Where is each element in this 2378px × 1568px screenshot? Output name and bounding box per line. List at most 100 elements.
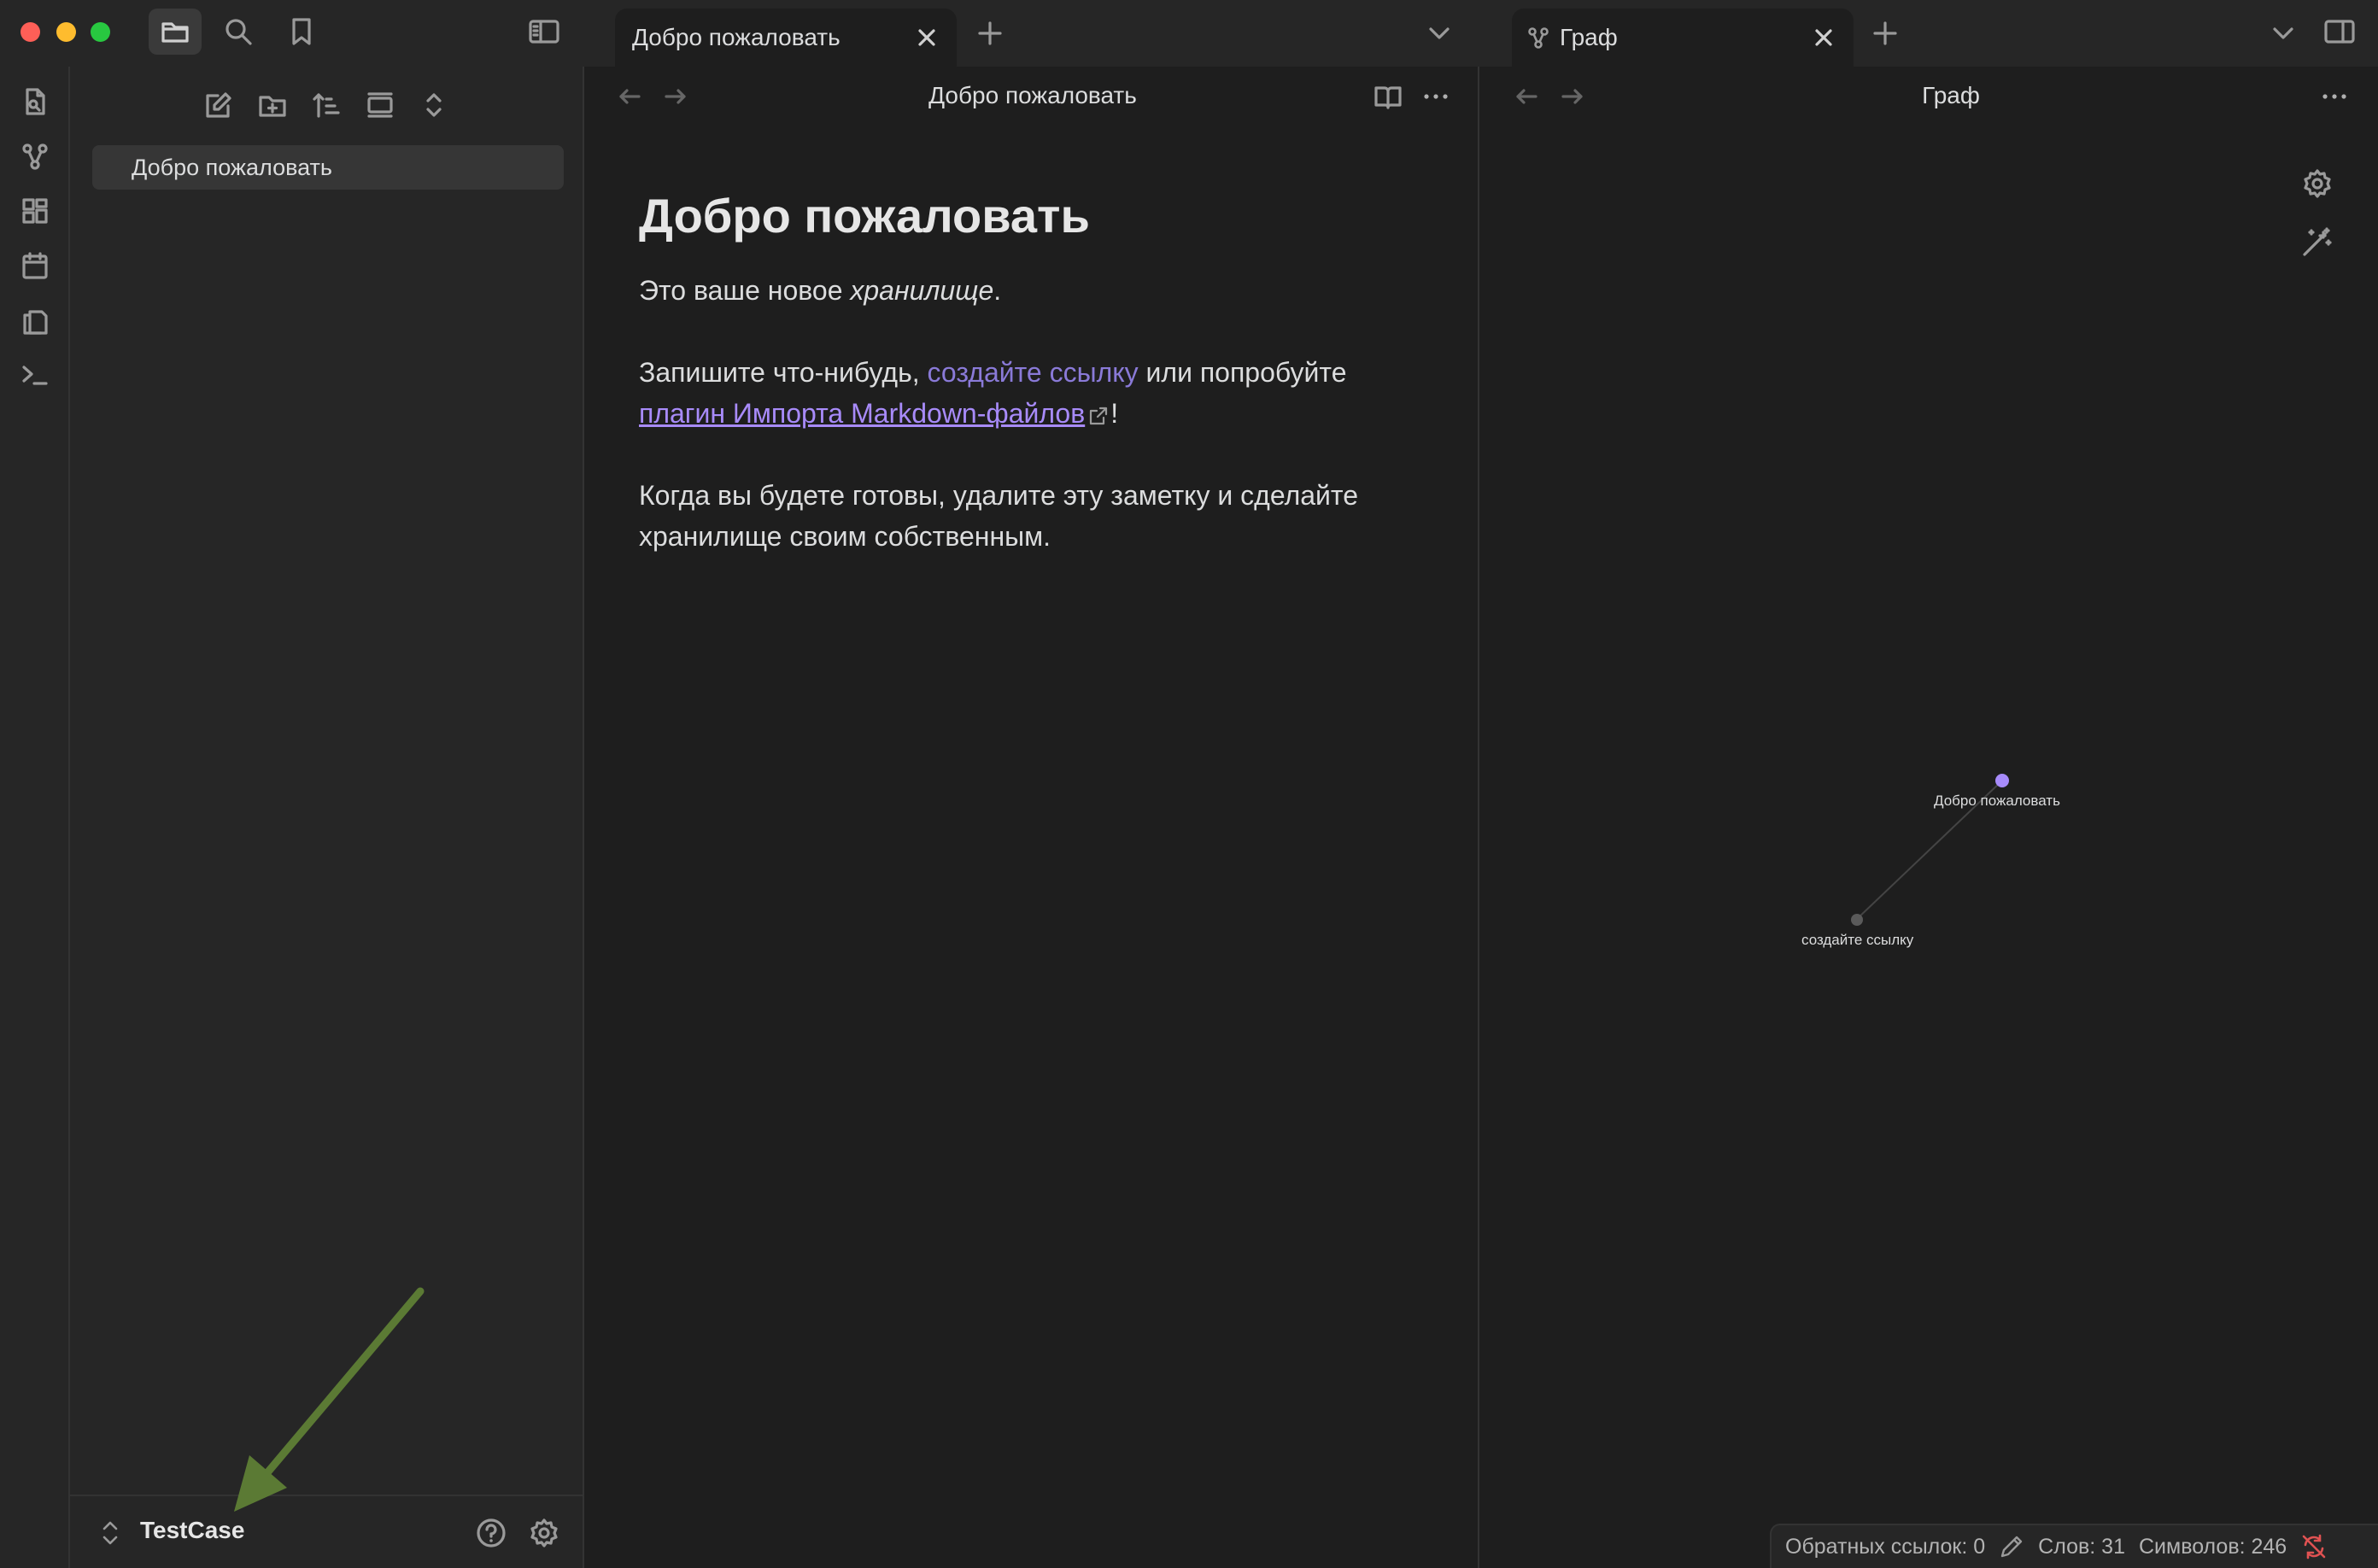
open-file-icon	[26, 88, 45, 115]
tab-list-button[interactable]	[1413, 10, 1466, 56]
chevron-updown-icon	[102, 1521, 118, 1545]
paragraph-2[interactable]: Запишите что-нибудь, создайте ссылку или…	[639, 352, 1442, 434]
graph-icon	[22, 143, 48, 170]
vault-name[interactable]: TestCase	[140, 1517, 244, 1544]
backlinks-count[interactable]: Обратных ссылок: 0	[1785, 1535, 1985, 1559]
close-icon	[1815, 29, 1832, 46]
tab-label: Добро пожаловать	[632, 24, 840, 50]
graph-node[interactable]	[1851, 914, 1863, 926]
templates-button[interactable]	[14, 299, 56, 342]
new-note-button[interactable]	[197, 84, 240, 126]
right-sidebar-icon	[2324, 20, 2355, 44]
settings-button[interactable]	[528, 1517, 560, 1549]
close-window-button[interactable]	[20, 22, 40, 42]
new-folder-icon	[259, 96, 286, 117]
word-count: Слов: 31	[2038, 1534, 2125, 1559]
chevron-down-icon	[1429, 27, 1450, 39]
expand-all-button[interactable]	[413, 84, 455, 126]
graph-icon	[1527, 26, 1549, 49]
close-tab-button[interactable]	[905, 16, 948, 59]
close-icon	[918, 29, 935, 46]
quick-switcher-button[interactable]	[14, 80, 56, 123]
chevron-down-icon	[2273, 27, 2293, 39]
new-tab-button[interactable]	[1859, 10, 1912, 56]
edit-mode-button[interactable]	[1999, 1534, 2024, 1559]
internal-link[interactable]: создайте ссылку	[928, 357, 1139, 388]
calendar-icon	[22, 252, 48, 279]
search-button[interactable]	[212, 9, 265, 55]
tab-graph[interactable]: Граф	[1512, 9, 1854, 67]
new-tab-button[interactable]	[964, 10, 1016, 56]
external-link[interactable]: плагин Импорта Markdown-файлов	[639, 398, 1085, 429]
file-tree-item[interactable]: Добро пожаловать	[92, 145, 564, 190]
text: !	[1110, 398, 1119, 429]
more-options-button[interactable]	[1421, 82, 1450, 111]
plus-icon	[1873, 21, 1897, 45]
file-explorer-sidebar: Добро пожаловать TestCase	[70, 67, 584, 1568]
back-arrow-icon	[619, 89, 641, 104]
text: .	[993, 275, 1002, 306]
folder-icon	[161, 22, 189, 43]
status-bar: Обратных ссылок: 0 Слов: 31 Символов: 24…	[1770, 1524, 2378, 1568]
pencil-icon	[2000, 1536, 2023, 1558]
search-icon	[226, 19, 252, 45]
command-palette-button[interactable]	[14, 354, 56, 396]
new-note-icon	[206, 92, 231, 118]
reading-view-button[interactable]	[1374, 82, 1403, 111]
vault-footer: TestCase	[70, 1495, 583, 1568]
note-heading[interactable]: Добро пожаловать	[639, 188, 1090, 243]
tab-list-button[interactable]	[2257, 10, 2310, 56]
view-title[interactable]: Добро пожаловать	[755, 82, 1310, 109]
text: Это ваше новое	[639, 275, 851, 306]
right-sidebar-toggle[interactable]	[2313, 9, 2366, 55]
ribbon	[0, 67, 70, 1568]
close-tab-button[interactable]	[1802, 16, 1845, 59]
vault-switcher-button[interactable]	[99, 1518, 121, 1548]
sync-status-button[interactable]	[2300, 1533, 2328, 1560]
help-button[interactable]	[475, 1517, 507, 1549]
character-count: Символов: 246	[2138, 1534, 2287, 1559]
external-link-icon	[1088, 406, 1109, 426]
paragraph-1[interactable]: Это ваше новое хранилище.	[639, 270, 1442, 311]
sort-icon	[313, 93, 340, 118]
text: Запишите что-нибудь,	[639, 357, 928, 388]
sync-off-icon	[2302, 1534, 2326, 1559]
file-explorer-button[interactable]	[149, 9, 202, 55]
canvas-button[interactable]	[14, 190, 56, 232]
paragraph-3[interactable]: Когда вы будете готовы, удалите эту заме…	[639, 475, 1442, 557]
graph-view-button[interactable]	[14, 135, 56, 178]
back-button[interactable]	[617, 84, 642, 109]
canvas-icon	[22, 198, 48, 224]
minimize-window-button[interactable]	[56, 22, 76, 42]
maximize-window-button[interactable]	[91, 22, 110, 42]
text: или попробуйте	[1138, 357, 1347, 388]
graph-node[interactable]	[1995, 774, 2009, 787]
tab-label: Граф	[1560, 24, 1618, 50]
bookmark-icon	[292, 18, 311, 45]
title-bar: Добро пожаловать Граф	[0, 0, 2378, 67]
forward-arrow-icon	[665, 89, 686, 104]
graph-canvas[interactable]	[1481, 67, 2378, 1568]
sidebar-toggle-icon	[529, 20, 559, 44]
graph-node-label: создайте ссылку	[1801, 932, 1914, 948]
emphasis-text: хранилище	[850, 275, 994, 306]
bookmarks-button[interactable]	[275, 9, 328, 55]
forward-button[interactable]	[663, 84, 688, 109]
new-folder-button[interactable]	[251, 84, 294, 126]
reading-view-icon	[1374, 86, 1402, 109]
more-options-icon	[1424, 94, 1448, 99]
graph-node-label: Добро пожаловать	[1934, 793, 2060, 809]
sort-button[interactable]	[305, 84, 348, 126]
tab-welcome[interactable]: Добро пожаловать	[615, 9, 957, 67]
daily-note-button[interactable]	[14, 244, 56, 287]
collapse-icon	[367, 92, 393, 118]
templates-icon	[23, 310, 48, 335]
auto-reveal-button[interactable]	[359, 84, 401, 126]
left-sidebar-toggle[interactable]	[518, 9, 571, 55]
plus-icon	[978, 21, 1002, 45]
editor-pane: Добро пожаловать Добро пожаловать Это ва…	[584, 67, 1479, 1568]
settings-icon	[530, 1518, 558, 1548]
terminal-icon	[22, 366, 48, 385]
expand-icon	[426, 93, 442, 117]
graph-pane: Граф Добро пожаловать создайте ссылку	[1481, 67, 2378, 1568]
